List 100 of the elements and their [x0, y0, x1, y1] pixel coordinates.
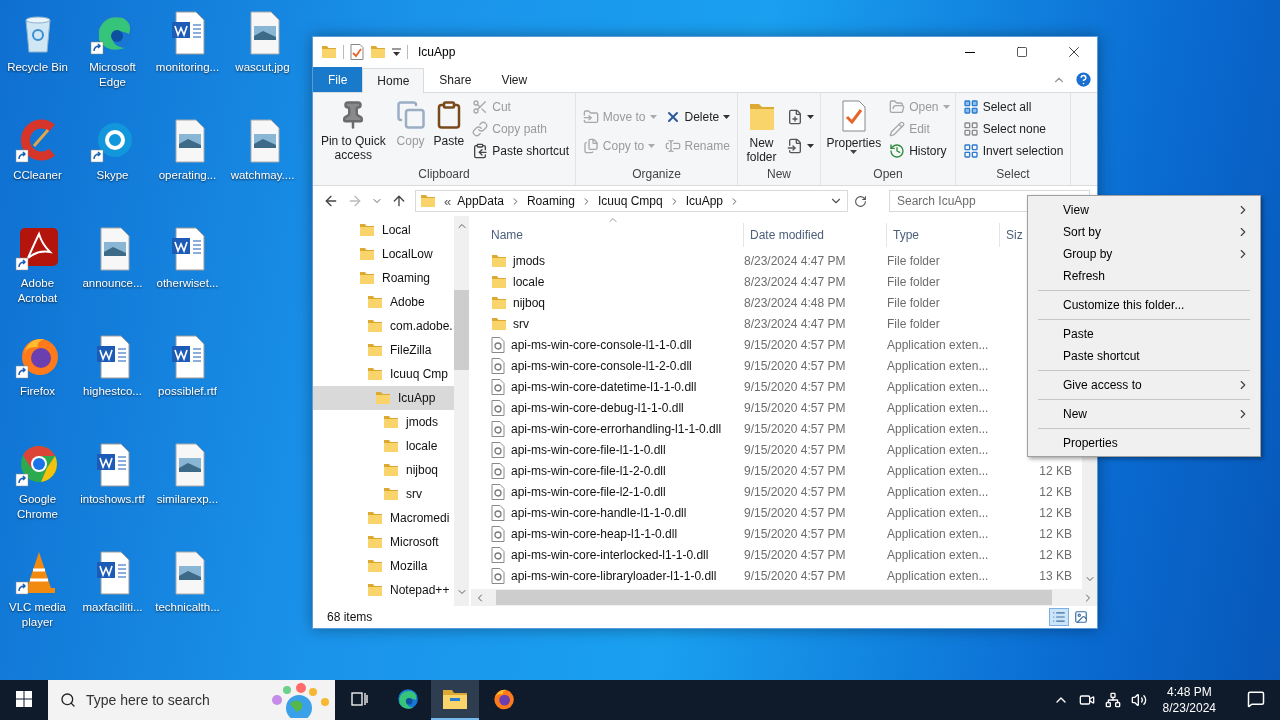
file-row[interactable]: api-ms-win-core-datetime-l1-1-0.dll 9/15/2020 4:57 PM Application exten... [471, 376, 1000, 397]
menu-item[interactable]: Paste [1028, 323, 1260, 345]
file-row[interactable]: api-ms-win-core-errorhandling-l1-1-0.dll 9/15/2020 4:57 PM Application exten... [471, 418, 1000, 439]
desktop-icon[interactable]: Google Chrome [0, 438, 75, 538]
address-bar[interactable]: « AppData Roaming Icuuq Cmpq IcuApp [415, 190, 848, 212]
tree-item[interactable]: Microsoft [313, 530, 454, 554]
desktop-icon[interactable]: maxfaciliti... [75, 546, 150, 646]
ribbon-tab[interactable]: View [486, 67, 543, 92]
tree-item[interactable]: IcuApp [313, 386, 454, 410]
menu-item[interactable]: Give access to [1028, 374, 1260, 396]
desktop-icon[interactable]: Skype [75, 114, 150, 214]
desktop-icon[interactable]: highestco... [75, 330, 150, 430]
tree-item[interactable]: locale [313, 434, 454, 458]
file-row[interactable]: jmods 8/23/2024 4:47 PM File folder [471, 250, 1000, 271]
desktop-icon[interactable]: operating... [150, 114, 225, 214]
file-row[interactable]: api-ms-win-core-file-l2-1-0.dll 9/15/2020 4:57 PM Application exten... 12 KB [471, 481, 1076, 502]
file-row[interactable]: api-ms-win-core-handle-l1-1-0.dll 9/15/2020 4:57 PM Application exten... 12 KB [471, 502, 1076, 523]
properties-icon[interactable] [350, 44, 364, 60]
menu-item[interactable]: Properties [1028, 432, 1260, 454]
scrollbar-thumb[interactable] [496, 590, 1052, 605]
clock-time[interactable]: 4:48 PM [1166, 684, 1212, 700]
ribbon-tab[interactable]: Home [362, 68, 425, 93]
tree-item[interactable]: FileZilla [313, 338, 454, 362]
ribbon-button[interactable]: Paste shortcut [470, 140, 571, 162]
tree-item[interactable]: srv [313, 482, 454, 506]
tree-item[interactable]: Mozilla [313, 554, 454, 578]
scrollbar-thumb[interactable] [454, 290, 469, 370]
overflow-chevron[interactable]: « [444, 193, 452, 209]
desktop-icon[interactable]: similarexp... [150, 438, 225, 538]
scrollbar[interactable] [454, 216, 469, 606]
tree-item[interactable]: Roaming [313, 266, 454, 290]
desktop-icon[interactable]: intoshows.rtf [75, 438, 150, 538]
camera-icon[interactable] [1078, 692, 1095, 708]
file-row[interactable]: api-ms-win-core-interlocked-l1-1-0.dll 9/15/2020 4:57 PM Application exten... 12 KB [471, 544, 1076, 565]
ribbon-button[interactable]: Paste [431, 96, 467, 148]
breadcrumb[interactable]: Roaming [524, 194, 577, 208]
caret-icon[interactable] [392, 47, 401, 57]
desktop-icon[interactable]: Microsoft Edge [75, 6, 150, 106]
ribbon-button[interactable]: Pin to Quick access [317, 96, 390, 162]
details-view-button[interactable] [1049, 608, 1069, 626]
folder-icon[interactable] [321, 45, 337, 59]
tree-item[interactable]: Local [313, 218, 454, 242]
file-row[interactable]: api-ms-win-core-debug-l1-1-0.dll 9/15/2020 4:57 PM Application exten... [471, 397, 1000, 418]
column-header[interactable]: Type [893, 228, 919, 242]
column-header[interactable]: Name [491, 228, 523, 242]
ribbon-tab[interactable]: Share [424, 67, 487, 92]
volume-icon[interactable] [1130, 692, 1147, 708]
tree-item[interactable]: jmods [313, 410, 454, 434]
horizontal-scrollbar[interactable] [471, 589, 1097, 606]
menu-item[interactable]: Refresh [1028, 265, 1260, 287]
desktop-icon[interactable]: Recycle Bin [0, 6, 75, 106]
taskbar-app-button[interactable] [431, 680, 479, 720]
breadcrumb[interactable]: AppData [455, 194, 506, 208]
network-icon[interactable] [1104, 692, 1121, 708]
file-row[interactable]: api-ms-win-core-console-l1-2-0.dll 9/15/2020 4:57 PM Application exten... [471, 355, 1000, 376]
column-header[interactable]: Siz [1006, 228, 1023, 242]
menu-item[interactable]: Customize this folder... [1028, 294, 1260, 316]
file-row[interactable]: srv 8/23/2024 4:47 PM File folder [471, 313, 1000, 334]
file-row[interactable]: api-ms-win-core-heap-l1-1-0.dll 9/15/2020 4:57 PM Application exten... 12 KB [471, 523, 1076, 544]
ribbon-button[interactable]: New folder [742, 96, 781, 164]
file-menu-tab[interactable]: File [313, 67, 363, 92]
tree-item[interactable]: Adobe [313, 290, 454, 314]
desktop-icon[interactable]: monitoring... [150, 6, 225, 106]
column-header[interactable]: Date modified [750, 228, 825, 242]
ribbon-button[interactable]: History [887, 140, 952, 162]
desktop-icon[interactable]: Firefox [0, 330, 75, 430]
ribbon-button[interactable]: Delete [662, 105, 733, 128]
file-row[interactable]: api-ms-win-core-console-l1-1-0.dll 9/15/2020 4:57 PM Application exten... [471, 334, 1000, 355]
desktop-icon[interactable]: possiblef.rtf [150, 330, 225, 430]
file-row[interactable]: api-ms-win-core-file-l1-1-0.dll 9/15/2020 4:57 PM Application exten... [471, 439, 1000, 460]
tree-item[interactable]: Macromedi [313, 506, 454, 530]
desktop-icon[interactable]: VLC media player [0, 546, 75, 646]
desktop-icon[interactable]: wascut.jpg [225, 6, 300, 106]
tree-item[interactable]: com.adobe. [313, 314, 454, 338]
ribbon-button[interactable]: Select none [960, 118, 1066, 140]
taskbar-search-field[interactable]: Type here to search [48, 680, 335, 720]
ribbon-button[interactable]: Invert selection [960, 140, 1066, 162]
folder-icon[interactable] [370, 45, 386, 59]
file-row[interactable]: api-ms-win-core-libraryloader-l1-1-0.dll 9/15/2020 4:57 PM Application exten... 13 KB [471, 565, 1076, 586]
desktop-icon[interactable]: otherwiset... [150, 222, 225, 322]
breadcrumb[interactable]: IcuApp [683, 194, 726, 208]
ribbon-button[interactable]: Select all [960, 96, 1066, 118]
desktop-icon[interactable]: Adobe Acrobat [0, 222, 75, 322]
menu-item[interactable]: Paste shortcut [1028, 345, 1260, 367]
tree-item[interactable]: Icuuq Cmp [313, 362, 454, 386]
ribbon-button[interactable]: Properties [824, 96, 884, 154]
breadcrumb[interactable]: Icuuq Cmpq [595, 194, 665, 208]
desktop-icon[interactable]: CCleaner [0, 114, 75, 214]
file-row[interactable]: api-ms-win-core-file-l1-2-0.dll 9/15/2020 4:57 PM Application exten... 12 KB [471, 460, 1076, 481]
tree-item[interactable]: LocalLow [313, 242, 454, 266]
help-icon[interactable] [1074, 70, 1093, 89]
clock-date[interactable]: 8/23/2024 [1162, 700, 1216, 716]
menu-item[interactable]: Sort by [1028, 221, 1260, 243]
desktop-icon[interactable]: announce... [75, 222, 150, 322]
tree-item[interactable]: Notepad++ [313, 578, 454, 602]
menu-item[interactable]: Group by [1028, 243, 1260, 265]
tree-item[interactable]: nijboq [313, 458, 454, 482]
file-row[interactable]: nijboq 8/23/2024 4:48 PM File folder [471, 292, 1000, 313]
desktop-icon[interactable]: watchmay.... [225, 114, 300, 214]
desktop-icon[interactable]: technicalth... [150, 546, 225, 646]
